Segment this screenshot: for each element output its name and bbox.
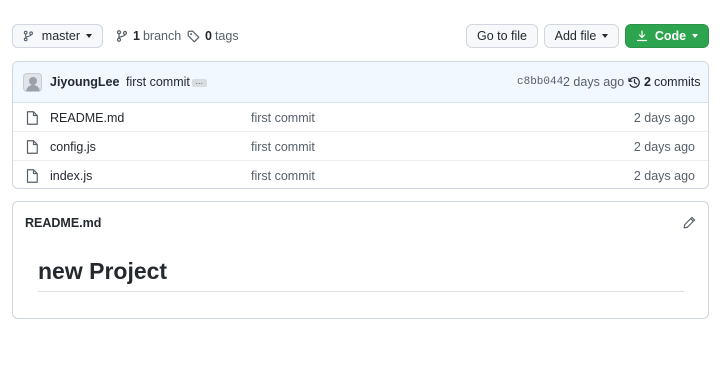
repo-toolbar: master 1 branch 0 tags Go to file Add fi… — [12, 24, 709, 48]
commits-history-link[interactable]: 2 commits — [628, 75, 700, 89]
download-icon — [636, 30, 647, 42]
commit-message-link[interactable]: first commit — [126, 75, 190, 89]
tag-icon — [187, 30, 200, 42]
file-commit-time: 2 days ago — [633, 111, 695, 125]
code-button-label: Code — [654, 29, 687, 43]
commit-sha-link[interactable]: c8bb044 — [517, 76, 563, 88]
add-file-button[interactable]: Add file — [544, 24, 619, 48]
file-commit-message-link[interactable]: first commit — [251, 169, 315, 183]
file-name-link[interactable]: config.js — [50, 140, 96, 154]
commits-label: commits — [653, 75, 701, 89]
readme-title-link[interactable]: README.md — [25, 216, 101, 230]
commit-author-link[interactable]: JiyoungLee — [50, 75, 119, 89]
file-commit-time: 2 days ago — [633, 169, 695, 183]
file-commit-time: 2 days ago — [633, 140, 695, 154]
branches-link[interactable]: 1 branch — [116, 24, 181, 48]
file-row: README.md first commit 2 days ago — [13, 103, 708, 132]
pencil-icon[interactable] — [683, 216, 696, 229]
avatar[interactable] — [23, 73, 42, 92]
file-commit-message-link[interactable]: first commit — [251, 111, 315, 125]
git-branch-icon — [23, 30, 33, 42]
repo-page: master 1 branch 0 tags Go to file Add fi… — [0, 0, 720, 381]
code-button[interactable]: Code — [625, 24, 709, 48]
file-name-link[interactable]: README.md — [50, 111, 124, 125]
tags-link[interactable]: 0 tags — [187, 24, 239, 48]
tags-label: tags — [214, 29, 239, 43]
commit-time: 2 days ago — [563, 75, 625, 89]
history-icon — [628, 76, 640, 88]
branch-select-button[interactable]: master — [12, 24, 103, 48]
file-browser: JiyoungLee first commit … c8bb044 2 days… — [12, 61, 709, 189]
file-name-link[interactable]: index.js — [50, 169, 92, 183]
expand-commit-button[interactable]: … — [192, 78, 207, 87]
readme-heading: new Project — [38, 258, 684, 292]
tags-count: 0 — [205, 29, 212, 43]
add-file-label: Add file — [554, 29, 597, 43]
file-row: config.js first commit 2 days ago — [13, 132, 708, 161]
commits-count: 2 — [644, 75, 651, 89]
go-to-file-button[interactable]: Go to file — [466, 24, 538, 48]
chevron-down-icon — [602, 34, 609, 38]
branches-count: 1 — [133, 29, 140, 43]
readme-panel: README.md new Project — [12, 201, 709, 319]
branch-select-label: master — [41, 29, 80, 43]
file-icon — [26, 169, 38, 183]
file-row: index.js first commit 2 days ago — [13, 161, 708, 188]
chevron-down-icon — [86, 34, 92, 38]
git-branch-icon — [116, 30, 128, 42]
latest-commit-bar: JiyoungLee first commit … c8bb044 2 days… — [13, 62, 708, 103]
chevron-down-icon — [692, 34, 699, 38]
file-icon — [26, 140, 38, 154]
file-icon — [26, 111, 38, 125]
file-commit-message-link[interactable]: first commit — [251, 140, 315, 154]
branches-label: branch — [142, 29, 182, 43]
